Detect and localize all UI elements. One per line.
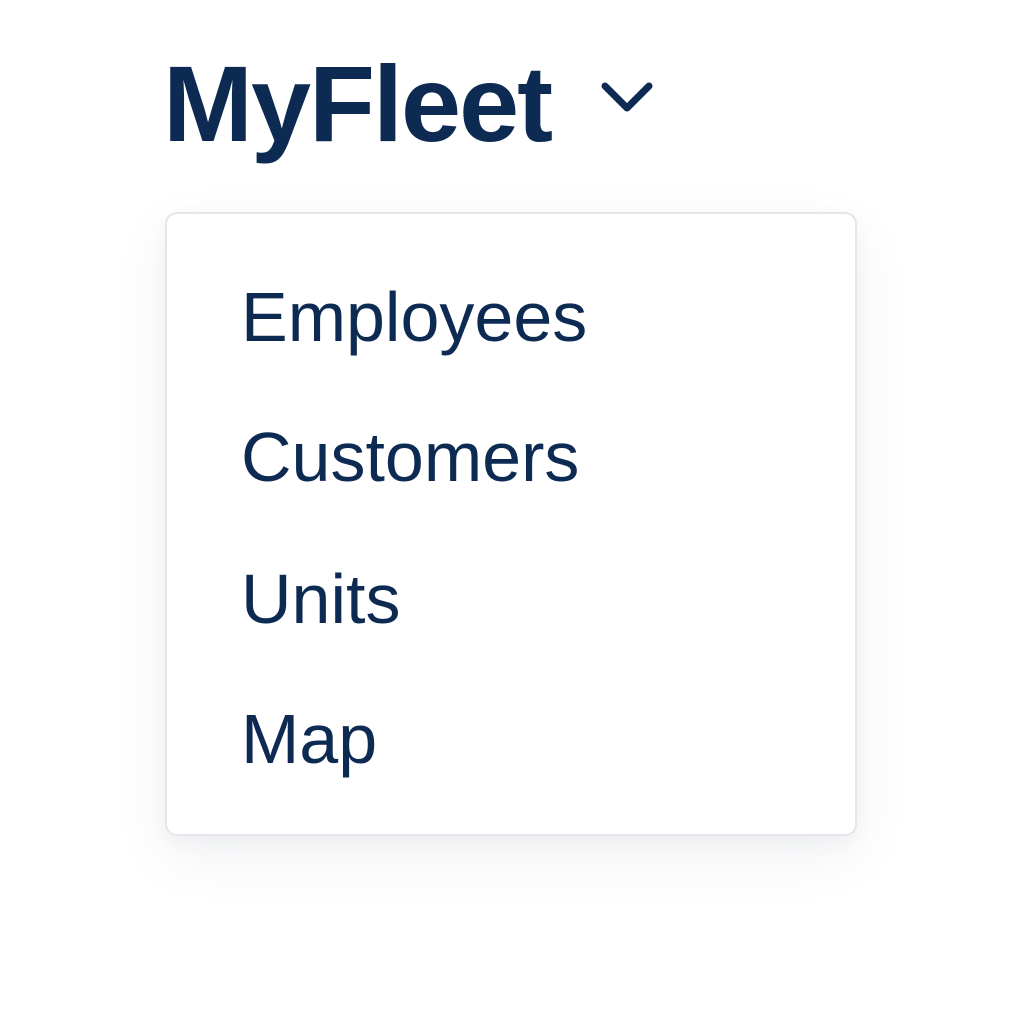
chevron-down-icon[interactable] <box>601 80 653 116</box>
menu-item-employees[interactable]: Employees <box>241 282 587 352</box>
page: MyFleet Employees Customers Units Map <box>0 0 1024 1024</box>
menu-item-customers[interactable]: Customers <box>241 422 579 492</box>
dropdown-menu: Employees Customers Units Map <box>165 212 857 836</box>
brand-switcher[interactable]: MyFleet <box>163 50 653 158</box>
menu-item-map[interactable]: Map <box>241 704 377 774</box>
brand-title: MyFleet <box>163 43 553 164</box>
menu-item-units[interactable]: Units <box>241 564 400 634</box>
